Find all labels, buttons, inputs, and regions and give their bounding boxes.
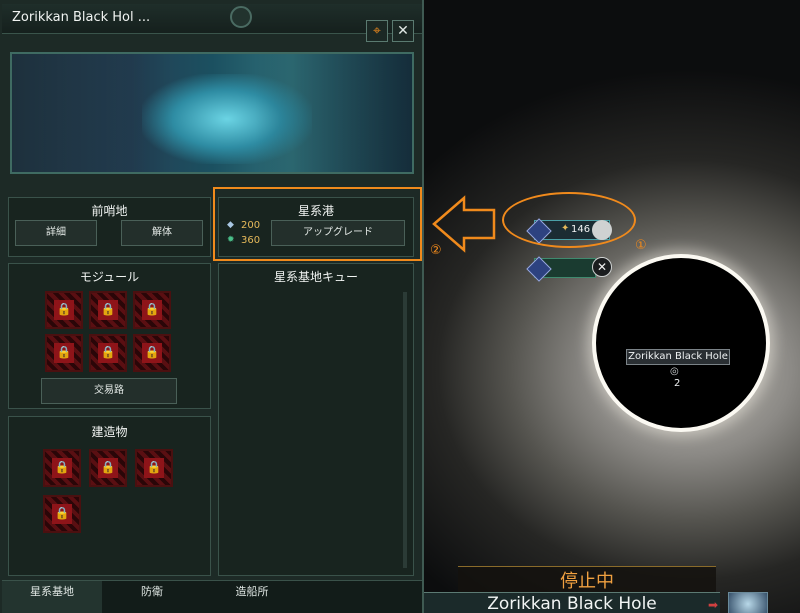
construction-ship-icon: ✕ — [592, 257, 612, 277]
system-name-bar[interactable]: Zorikkan Black Hole — [424, 592, 720, 613]
lock-icon: 🔒 — [144, 345, 160, 359]
lock-icon: 🔒 — [146, 460, 162, 474]
starbase-banner-image — [10, 52, 414, 174]
paused-label: 停止中 — [560, 571, 614, 592]
game-screen: Zorikkan Black Hole ◎ 2 ✦ 146 ✕ ① ② 停止中 … — [0, 0, 800, 613]
starbase-highlight-ellipse — [502, 192, 636, 248]
dismantle-button[interactable]: 解体 — [121, 220, 203, 246]
panel-tabs: 星系基地 防衛 造船所 — [2, 580, 422, 613]
black-hole-count: 2 — [674, 378, 681, 389]
panel-titlebar: Zorikkan Black Hol ... — [2, 4, 422, 34]
locked-module-slot[interactable]: 🔒 — [45, 291, 83, 329]
lock-icon: 🔒 — [100, 345, 116, 359]
tab-shipyard[interactable]: 造船所 — [202, 581, 302, 613]
black-hole[interactable] — [592, 254, 770, 432]
starbase-queue-section: 星系基地キュー — [218, 263, 414, 576]
panel-title: Zorikkan Black Hol ... — [12, 10, 151, 25]
lock-icon: 🔒 — [144, 302, 160, 316]
locked-module-slot[interactable]: 🔒 — [89, 291, 127, 329]
trade-route-button[interactable]: 交易路 — [41, 378, 177, 404]
locked-building-slot[interactable]: 🔒 — [43, 495, 81, 533]
locked-module-slot[interactable]: 🔒 — [133, 334, 171, 372]
locked-module-slot[interactable]: 🔒 — [45, 334, 83, 372]
title-ornament-icon — [230, 6, 252, 28]
outpost-section: 前哨地 詳細 解体 — [8, 197, 211, 257]
annotation-marker-2: ② — [430, 243, 442, 258]
locked-building-slot[interactable]: 🔒 — [89, 449, 127, 487]
queue-scrollbar[interactable] — [403, 292, 407, 568]
outpost-title: 前哨地 — [91, 204, 128, 218]
lock-icon: 🔒 — [100, 460, 116, 474]
modules-title: モジュール — [79, 270, 140, 284]
black-hole-glyph: ◎ — [670, 366, 679, 377]
lock-icon: 🔒 — [54, 460, 70, 474]
lock-icon: 🔒 — [56, 302, 72, 316]
buildings-section: 建造物 🔒 🔒 🔒 🔒 — [8, 416, 211, 576]
banner-shade — [12, 54, 412, 172]
locate-button[interactable]: ⌖ — [366, 20, 388, 42]
locked-module-slot[interactable]: 🔒 — [89, 334, 127, 372]
locked-building-slot[interactable]: 🔒 — [43, 449, 81, 487]
starbase-panel: Zorikkan Black Hol ... ⌖ ✕ 前哨地 詳細 解体 星系港… — [0, 0, 424, 613]
details-button[interactable]: 詳細 — [15, 220, 97, 246]
tab-starbase[interactable]: 星系基地 — [2, 581, 102, 613]
queue-title: 星系基地キュー — [273, 270, 358, 284]
locked-building-slot[interactable]: 🔒 — [135, 449, 173, 487]
locked-module-slot[interactable]: 🔒 — [133, 291, 171, 329]
close-button[interactable]: ✕ — [392, 20, 414, 42]
black-hole-label[interactable]: Zorikkan Black Hole — [626, 349, 730, 365]
paused-banner: 停止中 — [458, 566, 716, 592]
next-arrow-icon[interactable]: ➡ — [708, 598, 718, 612]
buildings-title: 建造物 — [91, 425, 128, 439]
galaxy-map-icon[interactable] — [728, 592, 768, 613]
lock-icon: 🔒 — [100, 302, 116, 316]
tab-defense[interactable]: 防衛 — [102, 581, 202, 613]
annotation-marker-1: ① — [635, 238, 647, 253]
starport-highlight-box — [213, 187, 422, 261]
system-name: Zorikkan Black Hole — [487, 594, 657, 613]
lock-icon: 🔒 — [56, 345, 72, 359]
lock-icon: 🔒 — [54, 506, 70, 520]
modules-section: モジュール 🔒 🔒 🔒 🔒 🔒 🔒 交易路 — [8, 263, 211, 409]
